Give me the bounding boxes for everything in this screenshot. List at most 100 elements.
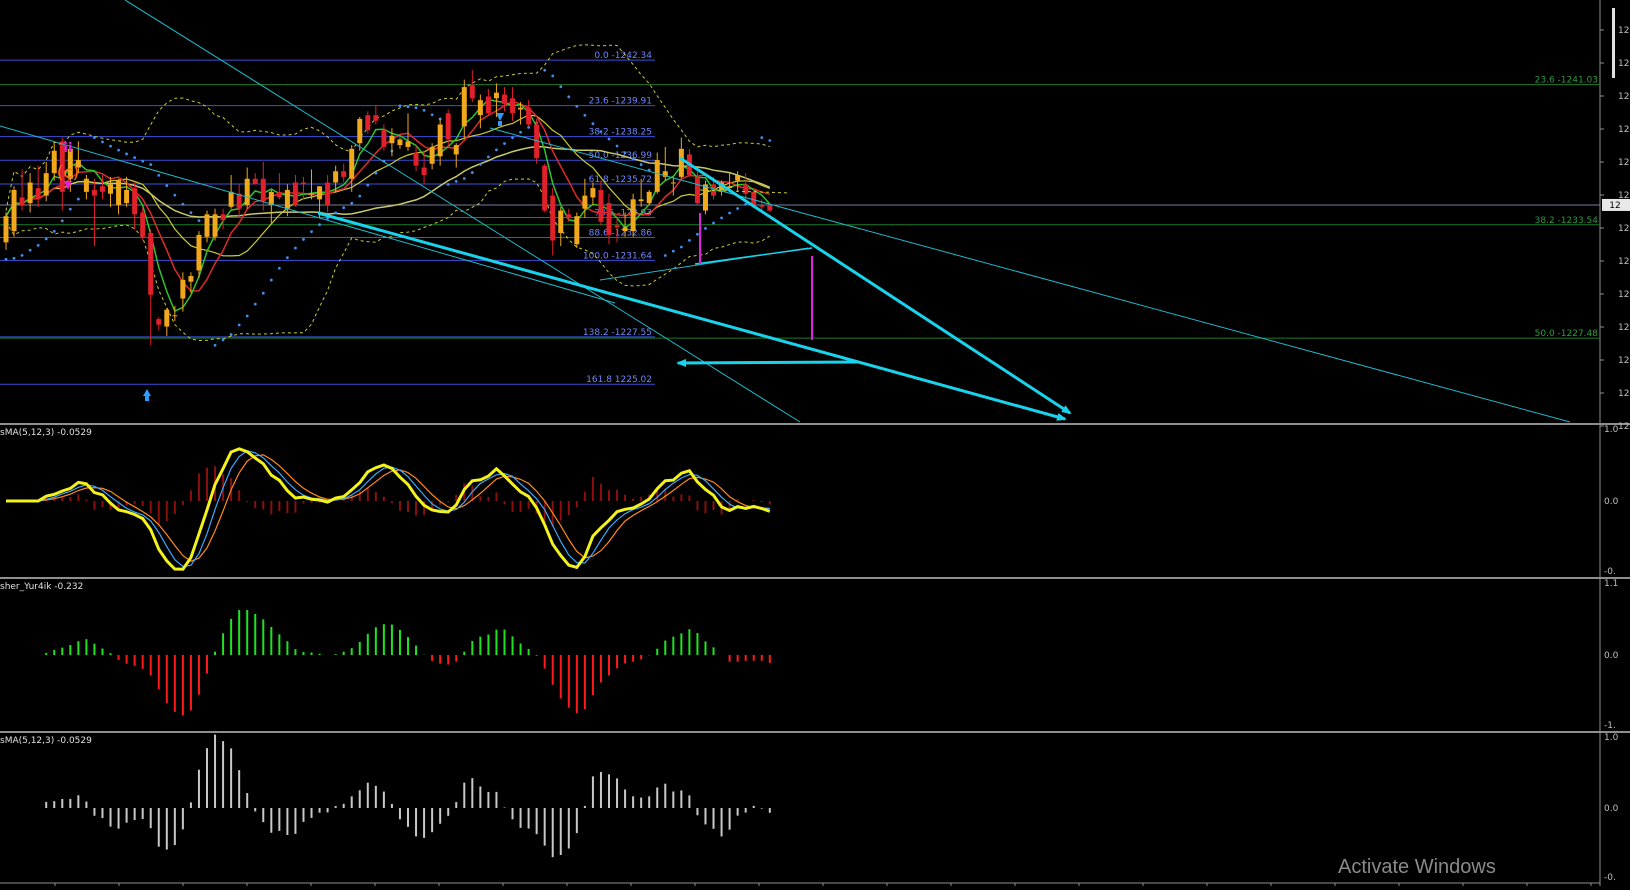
osma-panel-axis-label: 0.0 [1604,497,1619,507]
psar-dot [671,249,675,253]
trading-chart[interactable]: 0.0 -1242.34 23.6 -1239.91 38.2 -1238.25 50… [0,0,1630,886]
psar-dot [631,157,635,161]
thin-channel-line-3 [489,127,1571,423]
psar-dot [302,238,305,241]
candle-body [735,175,741,181]
psar-dot [398,104,402,108]
psar-dot [109,144,112,148]
psar-dot [712,221,715,225]
psar-dot [519,130,522,134]
candle [413,145,419,172]
candle [670,176,676,196]
psar-dot [374,171,378,175]
candle-body [300,182,306,185]
psar-dot [269,278,273,282]
candle [558,206,564,247]
psar-dot [607,137,611,141]
psar-dot [60,219,64,223]
fib-level-label: 161.8 1225.02 [586,375,652,385]
candle-body [164,309,170,327]
psar-dot [720,216,723,220]
psar-dot [261,291,265,295]
psar-dot [12,256,16,260]
price-axis-label: 12 [1618,158,1629,168]
candle-body [405,141,411,147]
candle-body [19,197,25,205]
candle-body [606,203,612,235]
candle [260,161,266,211]
candle-body [381,130,387,147]
psar-dot [679,245,683,249]
cyan-support-line [694,247,813,265]
psar-dot [28,248,32,252]
psar-dot [462,177,466,180]
candle-body [638,199,644,202]
candle-body [550,195,556,241]
candle-body [630,199,636,232]
candle-body [35,188,41,200]
psar-dot [704,227,707,230]
candle [91,178,97,247]
psar-dot [446,182,450,186]
osma-panel-title: sMA(5,12,3) -0.0529 [0,428,92,438]
candle-body [196,234,202,271]
candle [252,173,258,185]
psar-dot [149,163,153,166]
candle-body [180,279,186,299]
fib-level-label: 50.0 -1236.99 [589,151,653,161]
psar-dot [503,142,506,145]
thick-cyan-arrow-2 [679,156,1072,415]
psar-dot [599,130,603,134]
candle-body [172,315,178,317]
candle-body [325,182,331,205]
candle [469,70,475,103]
candle [381,124,387,151]
psar-dot [117,148,120,152]
psar-dot [768,139,772,142]
candle-body [453,145,459,155]
fractal-up-arrow [143,389,151,401]
candle-body [542,165,548,211]
candle-body [445,113,451,140]
candle-body [188,276,194,282]
candle [325,175,331,213]
candle [83,175,89,200]
psar-dot [414,106,418,110]
candle-body [276,191,282,198]
price-axis-label: 12 [1618,257,1629,267]
candle-body [349,148,355,179]
psar-dot [189,211,193,215]
psar-dot [623,151,627,154]
price-axis-label: 12 [1618,323,1629,333]
psar-dot [487,155,490,159]
candle [485,88,491,116]
wave-label-c: (c) [57,163,80,183]
candle-body [429,146,435,164]
candle-body [268,191,274,205]
candle [212,208,218,241]
candle-body [260,178,266,202]
candle-body [156,319,162,325]
psar-dot [615,144,619,148]
osma-histogram-panel-title: sMA(5,12,3) -0.0529 [0,736,92,746]
candle [630,193,636,237]
candle-body [83,178,89,192]
candle [550,188,556,256]
psar-dot [543,68,547,72]
psar-dot [406,105,410,109]
psar-dot [93,136,96,139]
psar-dot [52,229,56,233]
candle-body [767,204,773,211]
candle [437,118,443,166]
psar-dot [286,256,289,260]
price-axis-label: 12 [1618,356,1629,366]
psar-dot [591,122,595,126]
candle-body [702,184,708,211]
psar-dot [663,254,667,257]
wave-label-ii: ii [64,141,73,156]
psar-dot [125,152,128,156]
psar-dot [551,74,555,78]
candle-body [461,87,467,127]
psar-dot [736,207,740,210]
osma-histogram-panel-axis-label: 1.0 [1604,733,1619,743]
